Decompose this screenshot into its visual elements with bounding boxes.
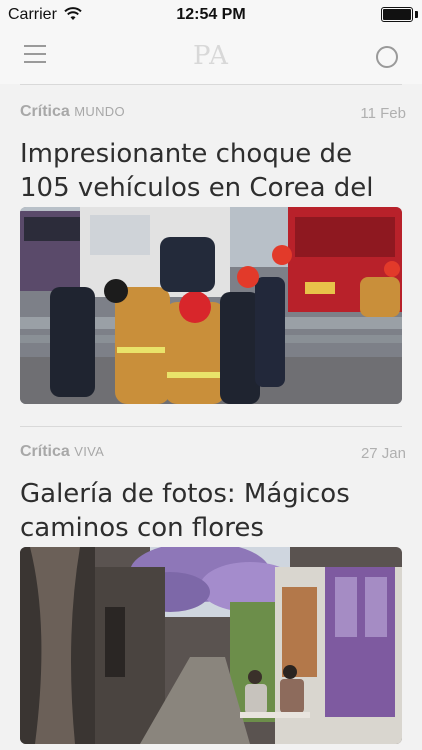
flower-street-image <box>20 547 402 744</box>
article-meta: Crítica MUNDO 11 Feb <box>20 103 406 125</box>
article-photo-flowers[interactable] <box>20 547 402 744</box>
article-photo-crash[interactable] <box>20 207 402 404</box>
crash-scene-image <box>20 207 402 404</box>
article-card[interactable]: Crítica VIVA 27 Jan Galería de fotos: Má… <box>20 443 406 545</box>
article-section: VIVA <box>74 444 105 459</box>
clock: 12:54 PM <box>176 6 246 23</box>
article-date: 27 Jan <box>360 445 406 462</box>
search-icon[interactable] <box>376 46 398 68</box>
status-bar: Carrier 12:54 PM <box>0 0 422 30</box>
battery-tip <box>415 11 418 18</box>
article-headline[interactable]: Galería de fotos: Mágicos caminos con fl… <box>20 477 406 545</box>
article-section: MUNDO <box>74 104 125 119</box>
article-category: Crítica <box>20 443 75 460</box>
article-divider <box>20 426 402 427</box>
article-meta: Crítica VIVA 27 Jan <box>20 443 406 465</box>
app-logo: PA <box>193 41 229 71</box>
article-category: Crítica <box>20 103 75 120</box>
article-date: 11 Feb <box>360 105 406 122</box>
battery-icon <box>381 7 413 22</box>
header-divider <box>20 84 402 85</box>
navigation-bar: PA <box>0 30 422 84</box>
